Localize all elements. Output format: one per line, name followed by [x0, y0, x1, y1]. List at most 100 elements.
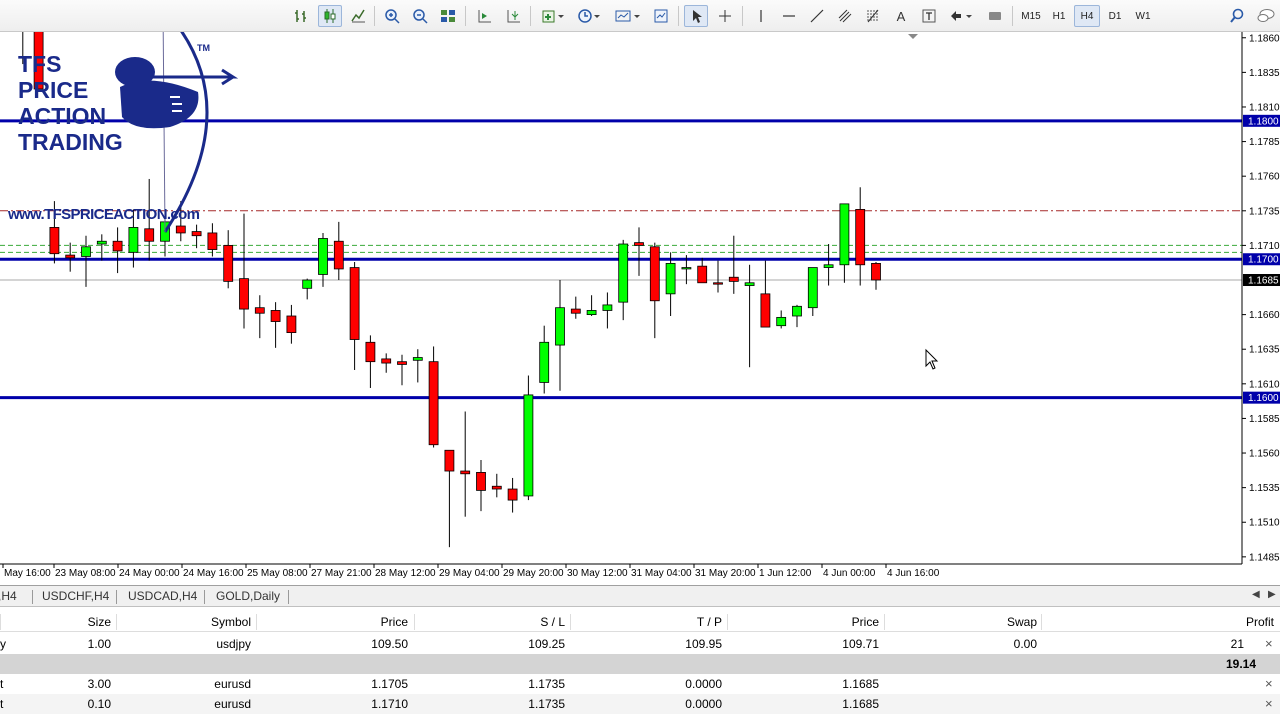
zoom-in-icon[interactable] [381, 5, 403, 27]
row-price-current: 1.1685 [842, 677, 879, 691]
level-price-label: 1.1700 [1248, 255, 1279, 266]
tab-symbol-h4[interactable]: ,H4 [0, 589, 17, 603]
candle-body [175, 225, 186, 234]
timeframe-d1[interactable]: D1 [1102, 5, 1128, 27]
chat-bubble-icon[interactable] [1254, 5, 1278, 27]
tile-windows-icon[interactable] [437, 5, 459, 27]
price-tick-label: 1.1810 [1249, 102, 1280, 113]
candle-body [333, 240, 344, 270]
level-price-label: 1.1600 [1248, 393, 1279, 404]
col-profit[interactable]: Profit [1246, 615, 1274, 629]
table-row[interactable]: t 0.10 eurusd 1.1710 1.1735 0.0000 1.168… [0, 694, 1280, 714]
timeframe-m15[interactable]: M15 [1018, 5, 1044, 27]
chart-shift-icon[interactable] [502, 5, 524, 27]
candle-body [428, 361, 439, 446]
price-tick-label: 1.1735 [1249, 206, 1280, 217]
trendline-icon[interactable] [806, 5, 828, 27]
time-tick-label: 30 May 12:00 [567, 568, 628, 579]
tab-usdcad-h4[interactable]: USDCAD,H4 [128, 589, 197, 603]
candle-body [412, 357, 423, 361]
tabs-scroll-right-icon[interactable]: ▶ [1268, 589, 1276, 600]
tab-gold-daily[interactable]: GOLD,Daily [216, 589, 280, 603]
timeframe-h4[interactable]: H4 [1074, 5, 1100, 27]
close-order-icon[interactable]: × [1265, 696, 1273, 711]
row-size: 3.00 [87, 677, 111, 691]
row-price: 1.1705 [371, 677, 408, 691]
arrows-icon[interactable] [946, 5, 976, 27]
candle-body [286, 315, 297, 334]
timeframe-w1[interactable]: W1 [1130, 5, 1156, 27]
crosshair-icon[interactable] [714, 5, 736, 27]
candle-body [365, 341, 376, 363]
candle-body [397, 361, 407, 365]
col-price[interactable]: Price [381, 615, 408, 629]
close-order-icon[interactable]: × [1265, 676, 1273, 691]
col-swap[interactable]: Swap [1007, 615, 1037, 629]
candle-body [760, 293, 771, 328]
autoscroll-icon[interactable] [473, 5, 495, 27]
row-symbol: eurusd [214, 697, 251, 711]
line-chart-icon[interactable] [347, 5, 369, 27]
trade-terminal: Size Symbol Price S / L T / P Price Swap… [0, 607, 1280, 720]
candle-body [491, 485, 502, 490]
indicators-icon[interactable] [538, 5, 568, 27]
zoom-out-icon[interactable] [409, 5, 431, 27]
row-sl: 1.1735 [528, 697, 565, 711]
tabs-scroll-left-icon[interactable]: ◀ [1252, 589, 1260, 600]
chart-shift-marker-icon [908, 34, 918, 39]
tab-usdchf-h4[interactable]: USDCHF,H4 [42, 589, 109, 603]
text-tool-icon[interactable]: A [890, 5, 912, 27]
timeframe-h1[interactable]: H1 [1046, 5, 1072, 27]
candle-body [81, 246, 91, 257]
time-tick-label: May 16:00 [4, 568, 51, 579]
price-chart[interactable]: TM TFS PRICE ACTION TRADING www.TFSPRICE… [0, 32, 1280, 585]
candle-body [239, 278, 249, 310]
time-tick-label: 31 May 20:00 [695, 568, 756, 579]
row-swap: 0.00 [1013, 637, 1037, 651]
templates-icon[interactable] [612, 5, 644, 27]
candle-body [618, 243, 629, 303]
col-sl[interactable]: S / L [540, 615, 565, 629]
terminal-window-icon[interactable] [984, 5, 1006, 27]
close-order-icon[interactable]: × [1265, 636, 1273, 651]
row-price-current: 1.1685 [842, 697, 879, 711]
table-header: Size Symbol Price S / L T / P Price Swap… [0, 612, 1280, 632]
vertical-line-icon[interactable] [750, 5, 772, 27]
row-sl: 109.25 [528, 637, 565, 651]
time-tick-label: 29 May 04:00 [439, 568, 500, 579]
col-symbol[interactable]: Symbol [211, 615, 251, 629]
candle-body [665, 262, 676, 295]
bar-chart-icon[interactable] [290, 5, 312, 27]
equidistant-channel-icon[interactable] [834, 5, 856, 27]
candlestick-chart-icon[interactable] [318, 5, 342, 27]
row-tp: 0.0000 [685, 677, 722, 691]
cursor-icon[interactable] [684, 5, 708, 27]
properties-icon[interactable] [650, 5, 672, 27]
chart-canvas[interactable]: TM TFS PRICE ACTION TRADING www.TFSPRICE… [0, 32, 1280, 585]
horizontal-line-icon[interactable] [778, 5, 800, 27]
table-row[interactable]: y 1.00 usdjpy 109.50 109.25 109.95 109.7… [0, 634, 1280, 654]
row-price-current: 109.71 [842, 637, 879, 651]
summary-profit: 19.14 [1225, 657, 1256, 671]
candle-body [823, 264, 834, 268]
col-tp[interactable]: T / P [697, 615, 722, 629]
text-label-icon[interactable] [918, 5, 940, 27]
price-tick-label: 1.1585 [1249, 414, 1280, 425]
candle-body [349, 267, 360, 340]
candle-body [144, 228, 155, 242]
search-icon[interactable] [1226, 5, 1248, 27]
price-tick-label: 1.1860 [1249, 33, 1280, 44]
candle-body [507, 488, 518, 501]
fibonacci-icon[interactable] [862, 5, 884, 27]
candle-body [792, 305, 802, 317]
col-price-current[interactable]: Price [852, 615, 879, 629]
candle-body [128, 227, 139, 253]
time-tick-label: 4 Jun 00:00 [823, 568, 876, 579]
time-tick-label: 27 May 21:00 [311, 568, 372, 579]
logo-line-1: TFS [18, 51, 61, 77]
periods-clock-icon[interactable] [574, 5, 604, 27]
row-tp: 109.95 [685, 637, 722, 651]
col-size[interactable]: Size [88, 615, 111, 629]
candle-body [744, 282, 755, 286]
table-row[interactable]: t 3.00 eurusd 1.1705 1.1735 0.0000 1.168… [0, 674, 1280, 694]
